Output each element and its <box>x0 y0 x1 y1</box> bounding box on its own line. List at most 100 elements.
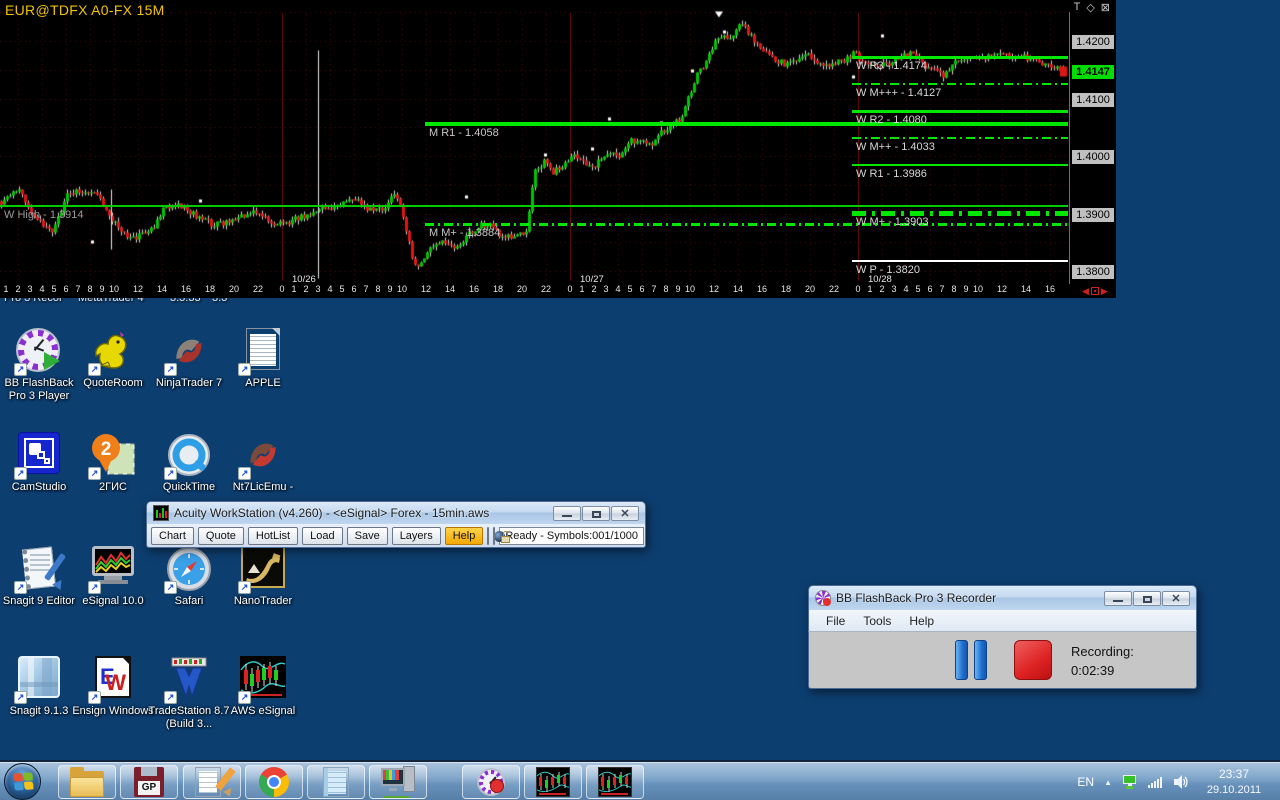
time-axis-tick: 10 <box>973 284 983 294</box>
acuity-close-button[interactable]: ✕ <box>611 506 639 521</box>
acuity-minimize-button[interactable] <box>553 506 581 521</box>
recorder-maximize-button[interactable] <box>1133 591 1161 606</box>
menu-tools[interactable]: Tools <box>854 612 900 630</box>
desktop-icon-quoteroom[interactable]: ↗QuoteRoom <box>70 328 156 390</box>
desktop-icon-label: APPLE <box>220 377 306 390</box>
price-chart-canvas[interactable] <box>0 0 1116 298</box>
recording-status: Recording: 0:02:39 <box>1071 642 1134 680</box>
save-button[interactable]: Save <box>347 527 388 545</box>
taskbar-chart1-button[interactable] <box>524 765 582 799</box>
time-axis-tick: 9 <box>387 284 392 294</box>
network-tray-icon[interactable] <box>1122 775 1138 789</box>
pivot-line-0 <box>0 205 1068 207</box>
pivot-label-5: W R2 - 1.4080 <box>856 114 927 126</box>
layers-button[interactable]: Layers <box>392 527 441 545</box>
time-axis-tick: 7 <box>75 284 80 294</box>
time-axis-tick: 16 <box>1045 284 1055 294</box>
time-axis-tick: 18 <box>493 284 503 294</box>
pivot-label-8: W M+ - 1.3903 <box>856 216 928 228</box>
desktop-icon-apple[interactable]: ↗APPLE <box>220 328 306 390</box>
taskbar-flashback-button[interactable] <box>462 765 520 799</box>
pivot-label-0: W High - 1.3914 <box>4 209 83 221</box>
help-button[interactable]: Help <box>445 527 484 545</box>
chart-scroll-nav[interactable]: ◀ ▶ <box>1082 286 1108 296</box>
time-axis-tick: 10 <box>109 284 119 294</box>
acuity-toolbar: Chart Quote HotList Load Save Layers Hel… <box>146 524 646 548</box>
chart-app-icon <box>536 767 570 797</box>
stop-button[interactable] <box>1014 640 1052 680</box>
chrome-icon <box>259 767 289 797</box>
time-axis-tick: 4 <box>615 284 620 294</box>
taskbar-gp-button[interactable]: GP <box>120 765 178 799</box>
chart-type-button[interactable]: T <box>1074 1 1081 14</box>
menu-help[interactable]: Help <box>900 612 943 630</box>
acuity-maximize-button[interactable] <box>582 506 610 521</box>
desktop-icon-nt7licemu[interactable]: ↗Nt7LicEmu - <box>220 432 306 494</box>
globe-icon-button[interactable] <box>487 527 489 545</box>
time-axis-tick: 4 <box>39 284 44 294</box>
shortcut-arrow-icon: ↗ <box>164 467 177 480</box>
hotlist-button[interactable]: HotList <box>248 527 298 545</box>
acuity-titlebar[interactable]: Acuity WorkStation (v4.260) - <eSignal> … <box>146 501 646 524</box>
recorder-window: BB FlashBack Pro 3 Recorder ✕ File Tools… <box>808 585 1197 689</box>
time-axis-tick: 8 <box>663 284 668 294</box>
pivot-line-6 <box>852 137 1068 139</box>
taskbar-chart2-button[interactable] <box>586 765 644 799</box>
time-axis-tick: 12 <box>421 284 431 294</box>
time-axis-tick: 3 <box>603 284 608 294</box>
scroll-right-icon[interactable]: ▶ <box>1101 286 1108 296</box>
time-axis-tick: 10 <box>685 284 695 294</box>
quote-button[interactable]: Quote <box>198 527 244 545</box>
time-axis-tick: 6 <box>63 284 68 294</box>
volume-icon[interactable] <box>1172 774 1188 790</box>
pivot-label-7: W R1 - 1.3986 <box>856 168 927 180</box>
chart-close-icon[interactable]: ⊠ <box>1101 1 1110 14</box>
signal-bars-icon[interactable] <box>1148 776 1162 788</box>
recorder-titlebar[interactable]: BB FlashBack Pro 3 Recorder ✕ <box>808 585 1197 610</box>
time-axis-tick: 2 <box>303 284 308 294</box>
desktop-icon-aws-esignal[interactable]: ↗AWS eSignal <box>220 656 306 718</box>
recorder-close-button[interactable]: ✕ <box>1162 591 1190 606</box>
acuity-workstation-window: Acuity WorkStation (v4.260) - <eSignal> … <box>146 501 646 548</box>
time-axis-tick: 20 <box>805 284 815 294</box>
time-axis-tick: 12 <box>709 284 719 294</box>
taskbar-explorer-button[interactable] <box>58 765 116 799</box>
chart-button[interactable]: Chart <box>151 527 194 545</box>
time-axis-tick: 5 <box>51 284 56 294</box>
scroll-left-icon[interactable]: ◀ <box>1082 286 1089 296</box>
chart-symbol-title: EUR@TDFX A0-FX 15M <box>5 2 165 18</box>
desktop-icon-2гис[interactable]: 2 ↗2ГИС <box>70 432 156 494</box>
taskbar-notepad-button[interactable] <box>307 765 365 799</box>
time-axis-tick: 2 <box>591 284 596 294</box>
taskbar-editor-button[interactable] <box>183 765 241 799</box>
time-axis-tick: 14 <box>445 284 455 294</box>
system-tray: EN ▲ 23:37 29.10.2011 <box>1077 762 1280 800</box>
time-axis-tick: 16 <box>181 284 191 294</box>
recorder-minimize-button[interactable] <box>1104 591 1132 606</box>
time-axis-tick: 16 <box>757 284 767 294</box>
pivot-label-3: W R3 - 1.4174 <box>856 60 927 72</box>
acuity-app-icon <box>153 505 169 521</box>
desktop-icon-esignal-10-0[interactable]: ↗eSignal 10.0 <box>70 546 156 608</box>
time-axis-tick: 8 <box>87 284 92 294</box>
time-axis-tick: 0 <box>855 284 860 294</box>
price-axis-tick: 1.4200 <box>1072 35 1114 49</box>
start-button[interactable] <box>4 763 41 800</box>
time-axis-tick: 16 <box>469 284 479 294</box>
taskbar-computer-button[interactable] <box>369 765 427 799</box>
menu-file[interactable]: File <box>817 612 854 630</box>
chart-diamond-button[interactable]: ◇ <box>1086 1 1094 14</box>
load-button[interactable]: Load <box>302 527 342 545</box>
taskbar-clock[interactable]: 23:37 29.10.2011 <box>1198 767 1270 798</box>
time-axis-tick: 2 <box>879 284 884 294</box>
desktop-icon-nanotrader[interactable]: ↗NanoTrader <box>220 546 306 608</box>
desktop-icon-ensign-windows[interactable]: EW↗Ensign Windows <box>70 656 156 718</box>
time-axis-tick: 1 <box>867 284 872 294</box>
language-indicator[interactable]: EN <box>1077 775 1094 789</box>
scroll-home-icon[interactable] <box>1091 287 1099 295</box>
pause-button[interactable] <box>955 640 989 680</box>
time-axis-tick: 22 <box>253 284 263 294</box>
time-axis-tick: 14 <box>1021 284 1031 294</box>
hidden-icons-chevron[interactable]: ▲ <box>1104 778 1112 787</box>
taskbar-chrome-button[interactable] <box>245 765 303 799</box>
